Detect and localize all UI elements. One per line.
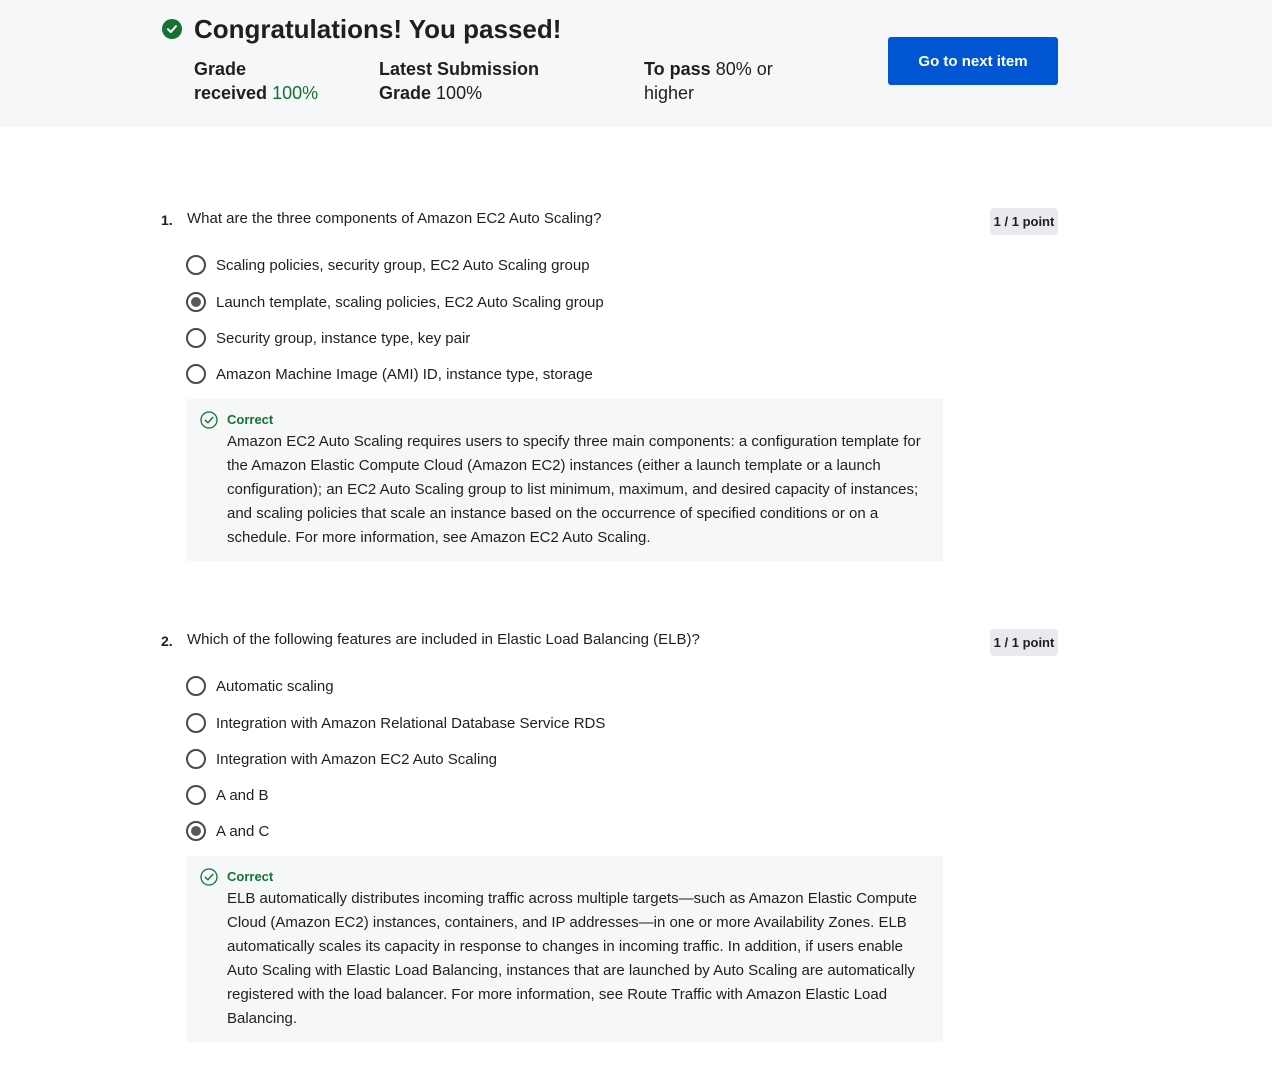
option-label: A and C: [216, 822, 270, 840]
latest-value: 100%: [436, 83, 483, 103]
points-badge: 1 / 1 point: [990, 629, 1058, 656]
result-banner: Congratulations! You passed! Grade recei…: [0, 0, 1272, 127]
radio-button[interactable]: [186, 785, 206, 805]
answer-option[interactable]: Amazon Machine Image (AMI) ID, instance …: [186, 363, 593, 385]
radio-button[interactable]: [186, 713, 206, 733]
feedback-text: Amazon EC2 Auto Scaling requires users t…: [227, 433, 921, 546]
answer-option[interactable]: Scaling policies, security group, EC2 Au…: [186, 254, 590, 276]
grade-received-label-line2: received: [194, 83, 268, 103]
check-circle-outline-icon: [200, 411, 218, 429]
radio-button[interactable]: [186, 255, 206, 275]
answer-option[interactable]: Automatic scaling: [186, 675, 334, 697]
grade-received-value: 100%: [272, 83, 319, 103]
grade-received-label-line1: Grade: [194, 59, 247, 79]
answer-option-selected[interactable]: A and C: [186, 820, 269, 842]
option-label: Integration with Amazon EC2 Auto Scaling: [216, 750, 498, 768]
answer-option-selected[interactable]: Launch template, scaling policies, EC2 A…: [186, 291, 604, 313]
radio-button[interactable]: [186, 328, 206, 348]
feedback-panel: Correct ELB automatically distributes in…: [187, 856, 943, 1042]
answer-option[interactable]: A and B: [186, 784, 269, 806]
feedback-status: Correct: [227, 412, 274, 427]
option-label: Security group, instance type, key pair: [216, 329, 471, 347]
question-number: 1.: [161, 212, 173, 228]
radio-button-selected[interactable]: [186, 821, 206, 841]
feedback-text: ELB automatically distributes incoming t…: [227, 890, 918, 1027]
latest-label-line1: Latest Submission: [379, 59, 540, 79]
option-label: Automatic scaling: [216, 677, 334, 695]
points-badge: 1 / 1 point: [990, 208, 1058, 235]
check-circle-outline-icon: [200, 868, 218, 886]
option-label: A and B: [216, 786, 269, 804]
answer-option[interactable]: Security group, instance type, key pair: [186, 327, 470, 349]
go-to-next-item-button[interactable]: Go to next item: [888, 37, 1058, 85]
radio-button[interactable]: [186, 676, 206, 696]
feedback-panel: Correct Amazon EC2 Auto Scaling requires…: [187, 399, 943, 561]
answer-option[interactable]: Integration with Amazon Relational Datab…: [186, 712, 605, 734]
feedback-status: Correct: [227, 869, 274, 884]
option-label: Launch template, scaling policies, EC2 A…: [216, 293, 604, 311]
to-pass-value-line1: 80% or: [715, 59, 773, 79]
page-title: Congratulations! You passed!: [194, 14, 562, 44]
to-pass-value-line2: higher: [644, 83, 695, 103]
latest-label-line2: Grade: [379, 83, 432, 103]
check-circle-icon: [162, 19, 182, 39]
latest-submission-grade: Latest Submission Grade 100%: [379, 57, 539, 105]
question-text: Which of the following features are incl…: [187, 631, 700, 648]
answer-option[interactable]: Integration with Amazon EC2 Auto Scaling: [186, 748, 497, 770]
option-label: Amazon Machine Image (AMI) ID, instance …: [216, 365, 593, 383]
radio-button-selected[interactable]: [186, 292, 206, 312]
radio-button[interactable]: [186, 749, 206, 769]
grade-received: Grade received 100%: [194, 57, 318, 105]
question-number: 2.: [161, 633, 173, 649]
question-text: What are the three components of Amazon …: [187, 210, 602, 227]
pass-threshold: To pass 80% or higher: [644, 57, 773, 105]
radio-button[interactable]: [186, 364, 206, 384]
option-label: Integration with Amazon Relational Datab…: [216, 714, 606, 732]
option-label: Scaling policies, security group, EC2 Au…: [216, 256, 590, 274]
to-pass-label: To pass: [644, 59, 711, 79]
